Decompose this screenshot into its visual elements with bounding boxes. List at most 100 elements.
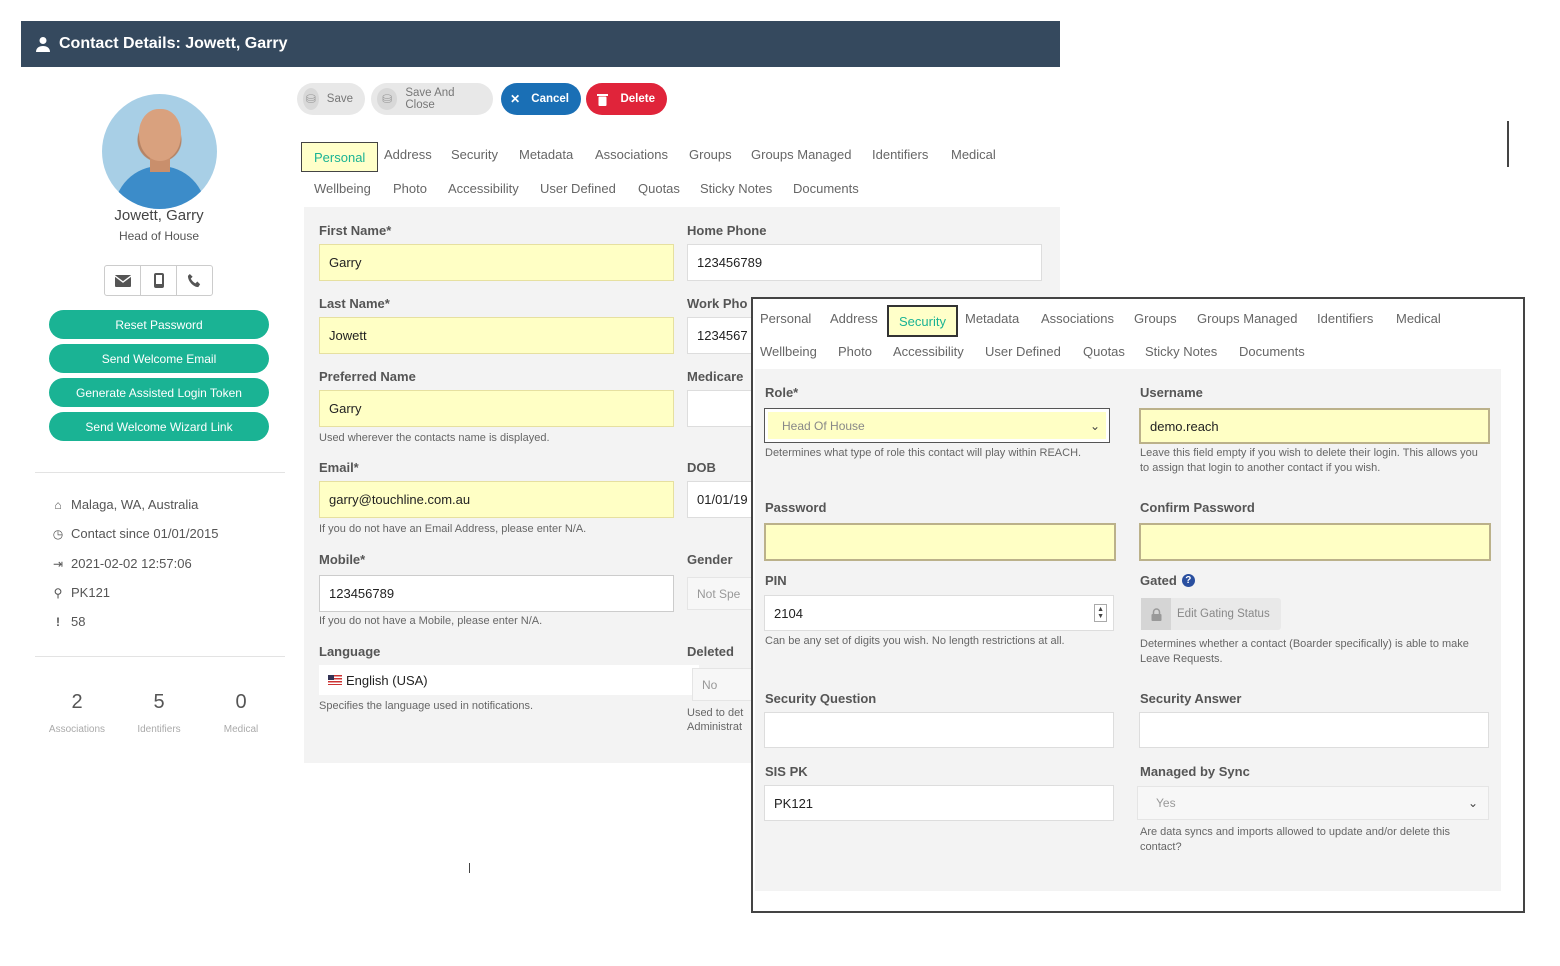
home-phone-input[interactable]: 123456789 (687, 244, 1042, 281)
preferred-name-label: Preferred Name (319, 369, 416, 384)
email-icon[interactable] (105, 266, 141, 295)
security-answer-label: Security Answer (1140, 691, 1242, 706)
tab-identifiers[interactable]: Identifiers (872, 147, 928, 162)
security-question-label: Security Question (765, 691, 877, 706)
spinner-icon[interactable]: ▲ ▼ (1094, 604, 1107, 622)
first-name-label: First Name* (319, 223, 392, 238)
stat-medical[interactable]: 0 Medical (201, 691, 281, 735)
confirm-password-input[interactable] (1139, 523, 1491, 561)
tab-user-defined[interactable]: User Defined (985, 344, 1061, 359)
tab-associations[interactable]: Associations (595, 147, 668, 162)
home-icon: ⌂ (54, 497, 62, 512)
tab-wellbeing[interactable]: Wellbeing (760, 344, 817, 359)
tab-address[interactable]: Address (830, 311, 878, 326)
tab-security[interactable]: Security (451, 147, 498, 162)
tab-photo[interactable]: Photo (838, 344, 872, 359)
managed-by-sync-label: Managed by Sync (1140, 764, 1250, 779)
tab-photo[interactable]: Photo (393, 181, 427, 196)
pin-help: Can be any set of digits you wish. No le… (765, 635, 1065, 647)
tab-medical[interactable]: Medical (1396, 311, 1441, 326)
tab-documents[interactable]: Documents (1239, 344, 1305, 359)
last-name-input[interactable]: Jowett (319, 317, 674, 354)
tab-wellbeing[interactable]: Wellbeing (314, 181, 371, 196)
tab-identifiers[interactable]: Identifiers (1317, 311, 1373, 326)
send-welcome-wizard-link-button[interactable]: Send Welcome Wizard Link (49, 412, 269, 441)
edit-gating-status-button[interactable]: Edit Gating Status (1141, 598, 1281, 630)
reset-password-button[interactable]: Reset Password (49, 310, 269, 339)
database-icon: ⛁ (303, 88, 319, 110)
tab-sticky-notes[interactable]: Sticky Notes (700, 181, 772, 196)
title-bar: Contact Details: Jowett, Garry (21, 21, 1060, 67)
pk-row: ⚲ PK121 (51, 585, 110, 600)
language-select[interactable]: English (USA) (319, 665, 699, 695)
help-icon[interactable]: ? (1181, 574, 1195, 587)
last-name-label: Last Name* (319, 296, 390, 311)
deleted-label: Deleted (687, 644, 734, 659)
deleted-help-2: Administrat (687, 721, 743, 733)
mobile-icon[interactable] (141, 266, 177, 295)
security-question-input[interactable] (764, 712, 1114, 748)
tab-personal[interactable]: Personal (301, 142, 379, 172)
database-icon: ⛁ (377, 88, 398, 110)
contact-role: Head of House (118, 229, 200, 243)
confirm-password-label: Confirm Password (1140, 500, 1255, 515)
tab-user-defined[interactable]: User Defined (540, 181, 616, 196)
tab-groups-managed[interactable]: Groups Managed (1197, 311, 1297, 326)
mobile-input[interactable]: 123456789 (319, 575, 674, 612)
stat-associations[interactable]: 2 Associations (37, 691, 117, 735)
close-icon: ✕ (510, 92, 521, 106)
send-welcome-email-button[interactable]: Send Welcome Email (49, 344, 269, 373)
tab-medical[interactable]: Medical (951, 147, 996, 162)
managed-by-sync-select[interactable]: Yes ⌄ (1137, 786, 1489, 820)
cancel-button[interactable]: ✕ Cancel (501, 83, 581, 115)
pin-label: PIN (765, 573, 787, 588)
language-label: Language (319, 644, 381, 659)
pin-input[interactable]: 2104 ▲ ▼ (764, 595, 1114, 631)
lock-icon (1141, 598, 1171, 630)
phone-icon[interactable] (177, 266, 212, 295)
tab-sticky-notes[interactable]: Sticky Notes (1145, 344, 1217, 359)
password-input[interactable] (764, 523, 1116, 561)
mobile-label: Mobile* (319, 552, 366, 567)
username-input[interactable]: demo.reach (1139, 408, 1490, 444)
last-login-row: ⇥ 2021-02-02 12:57:06 (51, 556, 192, 571)
tab-security[interactable]: Security (887, 305, 958, 337)
sign-in-icon: ⇥ (52, 556, 64, 571)
location-row: ⌂ Malaga, WA, Australia (51, 497, 198, 512)
tab-address[interactable]: Address (384, 147, 432, 162)
tab-metadata[interactable]: Metadata (965, 311, 1019, 326)
role-select[interactable]: Head Of House ⌄ (764, 408, 1110, 443)
gated-help: Determines whether a contact (Boarder sp… (1140, 638, 1469, 665)
preferred-name-input[interactable]: Garry (319, 390, 674, 427)
tab-groups[interactable]: Groups (689, 147, 732, 162)
medicare-label: Medicare (687, 369, 744, 384)
security-form: Role* Head Of House ⌄ Determines what ty… (755, 369, 1501, 891)
deleted-help-1: Used to det (687, 707, 744, 719)
language-help: Specifies the language used in notificat… (319, 700, 534, 712)
sis-pk-input[interactable]: PK121 (764, 785, 1114, 821)
chevron-down-icon: ⌄ (1467, 796, 1478, 810)
first-name-input[interactable]: Garry (319, 244, 674, 281)
save-and-close-button[interactable]: ⛁ Save And Close (371, 83, 493, 115)
tab-quotas[interactable]: Quotas (638, 181, 680, 196)
tab-accessibility[interactable]: Accessibility (893, 344, 964, 359)
tab-metadata[interactable]: Metadata (519, 147, 573, 162)
stat-identifiers[interactable]: 5 Identifiers (119, 691, 199, 735)
tab-documents[interactable]: Documents (793, 181, 859, 196)
email-input[interactable]: garry@touchline.com.au (319, 481, 674, 518)
generate-assisted-login-token-button[interactable]: Generate Assisted Login Token (49, 378, 269, 407)
delete-button[interactable]: Delete (586, 83, 667, 115)
mobile-help: If you do not have a Mobile, please ente… (319, 615, 543, 627)
trash-icon (592, 88, 612, 110)
tab-accessibility[interactable]: Accessibility (448, 181, 519, 196)
tab-bar: Personal Address Security Metadata Assoc… (300, 139, 1056, 207)
tab-associations[interactable]: Associations (1041, 311, 1114, 326)
tab-groups-managed[interactable]: Groups Managed (751, 147, 851, 162)
security-answer-input[interactable] (1139, 712, 1489, 748)
tab-quotas[interactable]: Quotas (1083, 344, 1125, 359)
save-button[interactable]: ⛁ Save (297, 83, 365, 115)
divider (35, 472, 285, 473)
contact-since-text: Contact since 01/01/2015 (71, 526, 219, 541)
tab-groups[interactable]: Groups (1134, 311, 1177, 326)
tab-personal[interactable]: Personal (760, 311, 811, 326)
